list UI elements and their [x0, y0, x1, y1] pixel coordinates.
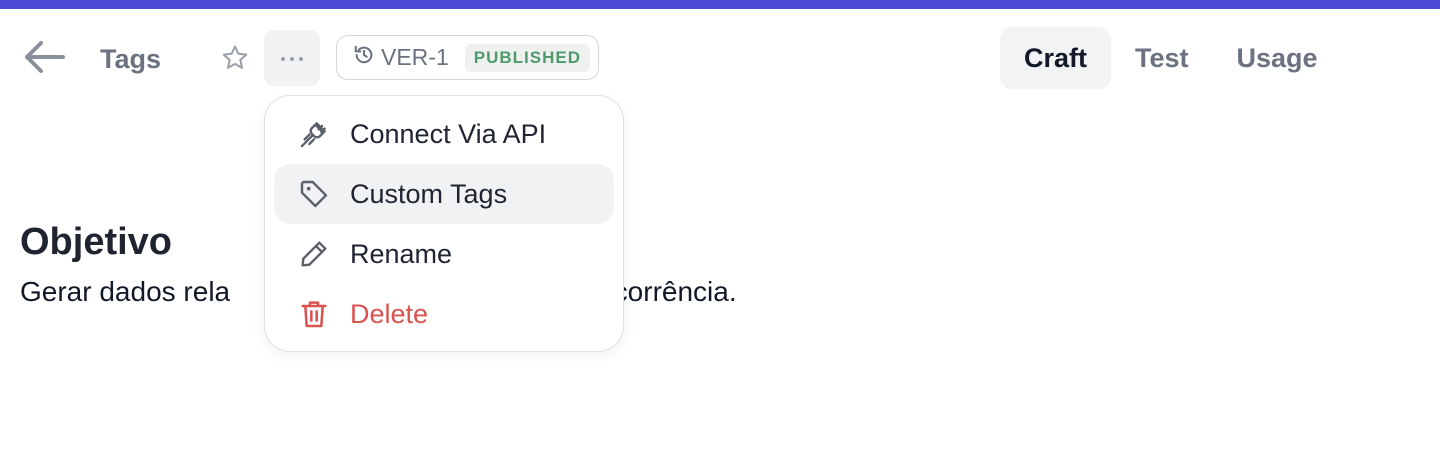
pencil-icon	[296, 236, 332, 272]
favorite-button[interactable]	[216, 41, 254, 79]
menu-item-label: Delete	[350, 298, 429, 329]
section-body-start: Gerar dados rela	[20, 276, 231, 307]
menu-item-label: Connect Via API	[350, 118, 547, 149]
version-label: VER-1	[381, 44, 449, 70]
ellipsis-icon	[280, 49, 304, 67]
menu-item-delete[interactable]: Delete	[274, 284, 614, 344]
history-icon	[353, 44, 375, 71]
menu-item-label: Custom Tags	[350, 178, 508, 209]
more-options-button[interactable]	[264, 30, 320, 86]
tab-usage[interactable]: Usage	[1213, 27, 1342, 89]
page-title: Tags	[100, 44, 162, 74]
star-icon	[220, 43, 250, 78]
menu-item-label: Rename	[350, 238, 453, 269]
version-selector[interactable]: VER-1 PUBLISHED	[336, 35, 599, 80]
tab-test[interactable]: Test	[1111, 27, 1213, 89]
more-options-menu: Connect Via API Custom Tags Rename Delet…	[264, 95, 624, 352]
tag-icon	[296, 176, 332, 212]
status-badge: PUBLISHED	[464, 43, 590, 72]
menu-item-rename[interactable]: Rename	[274, 224, 614, 284]
tab-craft[interactable]: Craft	[1000, 27, 1112, 89]
trash-icon	[296, 296, 332, 332]
menu-item-custom-tags[interactable]: Custom Tags	[274, 164, 614, 224]
view-tabs: Craft Test Usage	[1000, 27, 1342, 89]
top-accent-strip	[0, 0, 1440, 9]
arrow-left-icon	[23, 40, 65, 79]
menu-item-connect-via-api[interactable]: Connect Via API	[274, 104, 614, 164]
plug-icon	[296, 116, 332, 152]
back-button[interactable]	[22, 39, 66, 79]
page-header: Tags VER-1 PUBLISHED Craft Test Usage	[0, 9, 1440, 109]
